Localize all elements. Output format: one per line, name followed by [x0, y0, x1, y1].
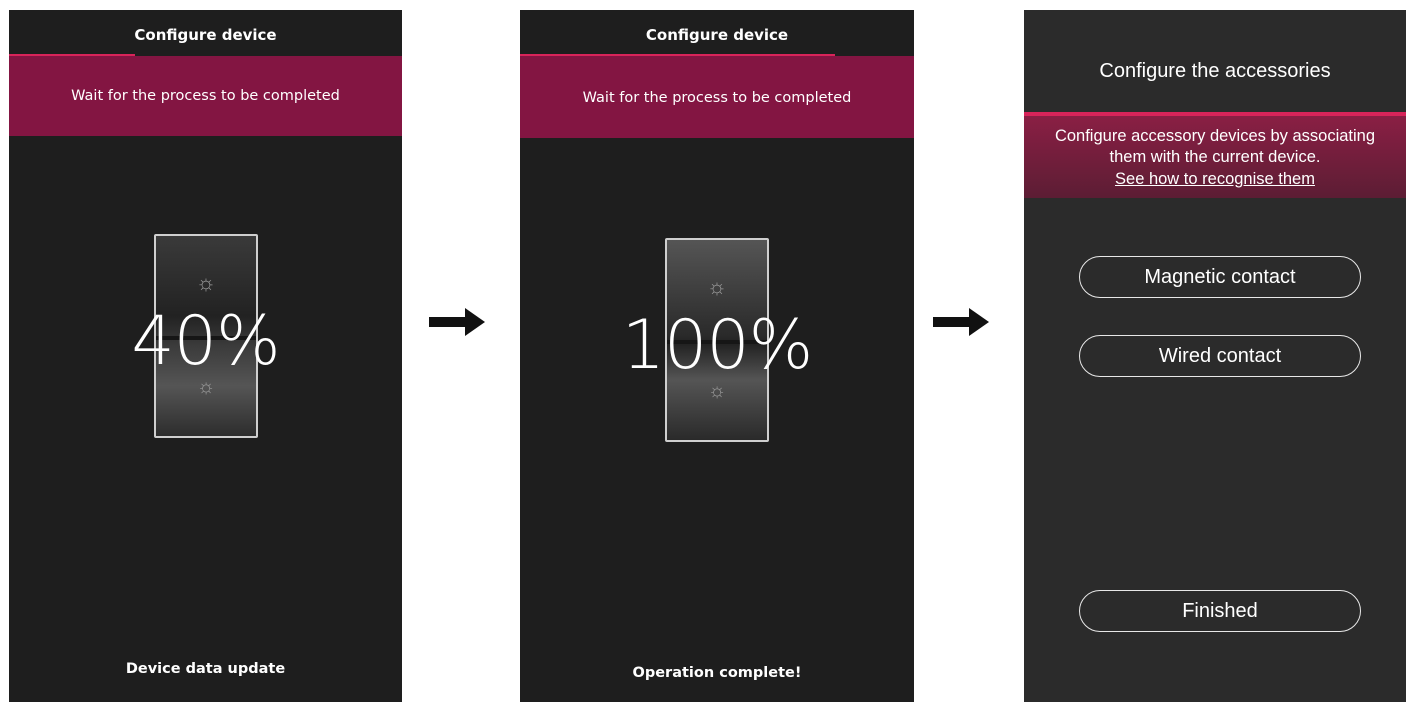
progress-percent: 100% — [621, 306, 813, 385]
banner-text-line-2: them with the current device. — [1109, 148, 1321, 166]
recognise-accessories-link[interactable]: See how to recognise them — [1115, 169, 1315, 190]
top-bar: Configure device — [520, 10, 914, 56]
arrow-right-icon — [429, 308, 485, 336]
screen-title: Configure device — [645, 26, 789, 44]
light-icon: ☼ — [706, 274, 728, 299]
configure-device-screen-complete: Configure device Wait for the process to… — [520, 10, 914, 702]
light-icon: ☼ — [195, 270, 217, 295]
status-footer: Device data update — [125, 661, 286, 677]
finished-button[interactable]: Finished — [1079, 590, 1361, 632]
top-bar: Configure device — [9, 10, 402, 56]
progress-percent: 40% — [131, 302, 280, 381]
status-banner: Wait for the process to be completed — [520, 56, 914, 138]
magnetic-contact-button[interactable]: Magnetic contact — [1079, 256, 1361, 298]
header-divider — [1024, 112, 1406, 116]
screen-title: Configure the accessories — [1099, 60, 1331, 82]
header: Configure the accessories — [1024, 10, 1406, 116]
configure-accessories-screen: Configure the accessories Configure acce… — [1024, 10, 1406, 702]
screen-title: Configure device — [134, 26, 277, 44]
arrow-right-icon — [933, 308, 989, 336]
banner-text-line-1: Configure accessory devices by associati… — [1054, 127, 1376, 145]
info-banner: Configure accessory devices by associati… — [1024, 116, 1406, 198]
status-banner: Wait for the process to be completed — [9, 56, 402, 136]
wired-contact-button[interactable]: Wired contact — [1079, 335, 1361, 377]
progress-bar — [520, 54, 835, 56]
status-footer: Operation complete! — [632, 665, 802, 681]
progress-bar — [9, 54, 135, 56]
configure-device-screen-progress: Configure device Wait for the process to… — [9, 10, 402, 702]
